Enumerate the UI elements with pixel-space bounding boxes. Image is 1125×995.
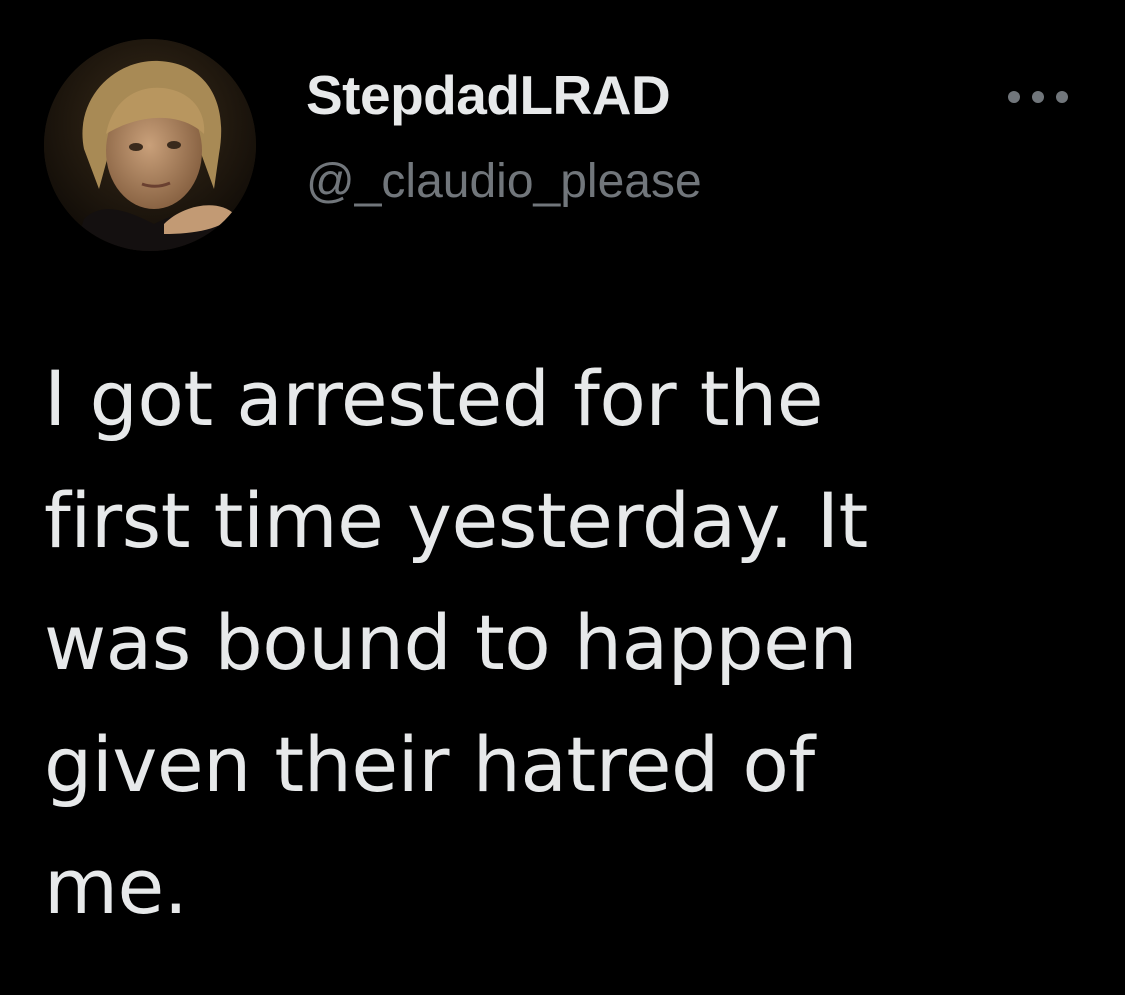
avatar-icon xyxy=(44,39,256,251)
tweet-text-line: was bound to happen xyxy=(44,598,858,687)
tweet-card: StepdadLRAD @_claudio_please I got arres… xyxy=(0,0,1125,995)
tweet-text: I got arrested for the first time yester… xyxy=(44,338,1084,948)
more-options-icon xyxy=(1008,91,1068,103)
author-avatar[interactable] xyxy=(44,39,256,251)
tweet-text-line: I got arrested for the xyxy=(44,354,824,443)
tweet-text-line: me. xyxy=(44,842,188,931)
author-display-name[interactable]: StepdadLRAD xyxy=(306,60,671,130)
tweet-text-line: given their hatred of xyxy=(44,720,815,809)
author-handle[interactable]: @_claudio_please xyxy=(306,150,702,214)
tweet-text-line: first time yesterday. It xyxy=(44,476,868,565)
more-options-button[interactable] xyxy=(996,75,1080,119)
